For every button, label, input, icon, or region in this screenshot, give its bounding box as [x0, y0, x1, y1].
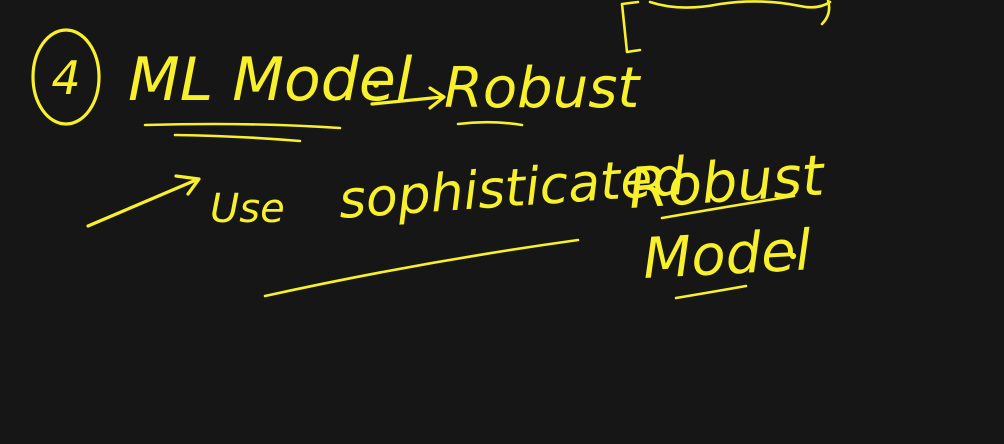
top-bracket	[620, 0, 642, 54]
bullet-term-line1: Robust	[626, 143, 827, 222]
top-scribble	[648, 0, 832, 26]
whiteboard-canvas: 4 ML Model Robust Use sophisticated Robu…	[0, 0, 1004, 444]
bullet-full-stop	[789, 252, 797, 260]
handwriting-layer: 4 ML Model Robust Use sophisticated Robu…	[31, 0, 832, 300]
heading-full-stop	[595, 87, 603, 95]
bullet-verb: Use	[210, 186, 285, 232]
bullet-adjective-underline	[263, 238, 580, 298]
bullet-arrow	[86, 174, 201, 228]
heading-result: Robust	[444, 56, 641, 121]
heading-term-underline-2	[173, 133, 302, 143]
bullet-term-line2: Model	[641, 218, 813, 292]
heading-result-underline	[456, 120, 524, 127]
heading-term-underline	[143, 122, 342, 130]
heading-term: ML Model	[128, 45, 413, 115]
item-number: 4	[51, 51, 80, 105]
